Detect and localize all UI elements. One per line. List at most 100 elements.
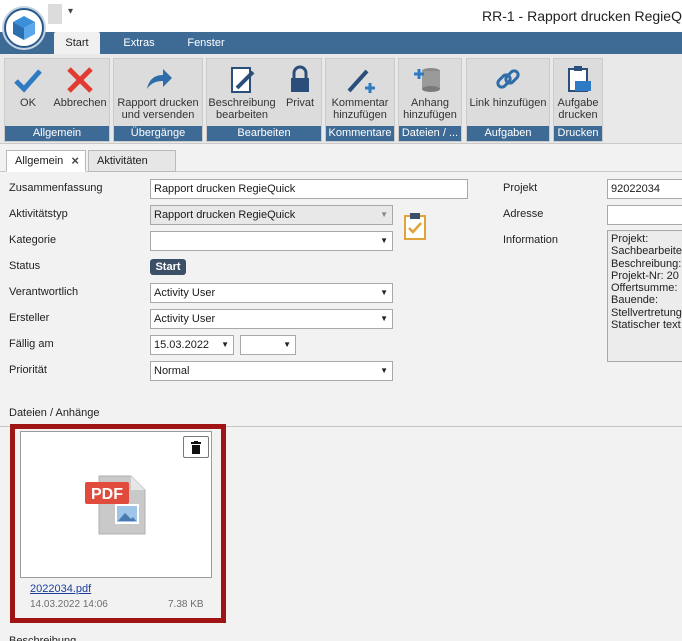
ersteller-label: Ersteller	[9, 312, 50, 324]
anhang-hinzufuegen-button[interactable]: Anhang hinzufügen	[399, 61, 461, 127]
clipboard-check-icon[interactable]	[403, 212, 427, 240]
ribbon-group-label: Übergänge	[114, 126, 202, 141]
information-line: Offertsumme:	[611, 282, 678, 295]
information-box: Projekt: Sachbearbeiter Beschreibung: Pr…	[607, 230, 682, 362]
kategorie-label: Kategorie	[9, 234, 57, 246]
privat-button[interactable]: Privat	[281, 61, 319, 127]
kommentar-hinzufuegen-button[interactable]: Kommentar hinzufügen	[326, 61, 394, 127]
delete-attachment-button[interactable]	[183, 436, 209, 458]
abbrechen-button[interactable]: Abbrechen	[51, 61, 109, 127]
ribbon-group-label: Dateien / ...	[399, 126, 461, 141]
tab-aktivitaeten[interactable]: Aktivitäten	[88, 150, 176, 172]
title-bar: ▾ RR-1 - Rapport drucken RegieQuick	[0, 0, 682, 32]
privat-label: Privat	[285, 97, 315, 109]
ersteller-select[interactable]: Activity User ▼	[150, 309, 393, 329]
information-label: Information	[503, 234, 559, 246]
rapport-drucken-label-2: und versenden	[121, 109, 195, 121]
prioritaet-select[interactable]: Normal ▼	[150, 361, 393, 381]
ribbon-group-allgemein: OK Abbrechen Allgemein	[4, 58, 110, 142]
zusammenfassung-value: Rapport drucken RegieQuick	[154, 183, 296, 195]
tab-extras[interactable]: Extras	[114, 32, 164, 54]
ribbon-group-label: Aufgaben	[467, 126, 549, 141]
tab-fenster-label: Fenster	[187, 37, 225, 49]
verantwortlich-select[interactable]: Activity User ▼	[150, 283, 393, 303]
verantwortlich-label: Verantwortlich	[9, 286, 79, 298]
attachment-date: 14.03.2022 14:06	[30, 599, 108, 610]
aufgabe-drucken-button[interactable]: Aufgabe drucken	[554, 61, 602, 127]
attachment-size: 7.38 KB	[168, 599, 204, 610]
link-icon	[496, 69, 520, 89]
zusammenfassung-field[interactable]: Rapport drucken RegieQuick	[150, 179, 468, 199]
attachment-file-link[interactable]: 2022034.pdf	[30, 583, 91, 595]
status-badge: Start	[150, 259, 186, 275]
quick-access-toolbar[interactable]	[48, 4, 62, 24]
kategorie-select[interactable]: ▼	[150, 231, 393, 251]
ribbon-group-drucken: Aufgabe drucken Drucken	[553, 58, 603, 142]
faellig-label: Fällig am	[9, 338, 54, 350]
tab-fenster[interactable]: Fenster	[180, 32, 232, 54]
form-content: Zusammenfassung Rapport drucken RegieQui…	[0, 172, 682, 641]
faellig-date-value: 15.03.2022	[154, 339, 210, 351]
ribbon-group-label: Bearbeiten	[207, 126, 321, 141]
attachments-section-title: Dateien / Anhänge	[9, 407, 100, 419]
edit-document-icon	[231, 67, 255, 93]
ok-button[interactable]: OK	[7, 61, 49, 127]
ribbon-group-bearbeiten: Beschreibung bearbeiten Privat Bearbeite…	[206, 58, 322, 142]
link-hinzufuegen-button[interactable]: Link hinzufügen	[467, 61, 549, 127]
chevron-down-icon: ▼	[380, 210, 388, 219]
database-plus-icon	[414, 68, 440, 92]
chevron-down-icon: ▼	[380, 288, 388, 297]
faellig-time-picker[interactable]: ▼	[240, 335, 296, 355]
chevron-down-icon: ▼	[380, 236, 388, 245]
information-line: Projekt-Nr: 20	[611, 269, 679, 282]
faellig-date-picker[interactable]: 15.03.2022 ▼	[150, 335, 234, 355]
information-line: Stellvertretung	[611, 306, 682, 319]
aktivitaetstyp-select[interactable]: Rapport drucken RegieQuick ▼	[150, 205, 393, 225]
ersteller-value: Activity User	[154, 313, 216, 325]
beschreibung-section-title: Beschreibung	[9, 635, 77, 641]
aktivitaetstyp-value: Rapport drucken RegieQuick	[154, 209, 296, 221]
ok-label: OK	[20, 97, 36, 109]
ribbon: OK Abbrechen Allgemein Rapport drucken u…	[0, 54, 682, 144]
tab-start-label: Start	[65, 37, 89, 49]
window-title: RR-1 - Rapport drucken RegieQuick	[482, 8, 682, 24]
beschreibung-label-2: bearbeiten	[216, 109, 268, 121]
close-icon[interactable]: ×	[71, 151, 79, 171]
ribbon-tabbar: Start Extras Fenster	[0, 32, 682, 54]
kommentar-label-2: hinzufügen	[333, 109, 387, 121]
beschreibung-label-1: Beschreibung	[208, 97, 276, 109]
quick-access-dropdown-icon[interactable]: ▾	[68, 6, 73, 17]
ribbon-group-label: Kommentare	[326, 126, 394, 141]
information-line: Projekt:	[611, 233, 649, 245]
anhang-label-1: Anhang	[411, 97, 449, 109]
information-line: Beschreibung:	[611, 257, 682, 270]
adresse-field[interactable]	[607, 205, 682, 225]
tab-allgemein[interactable]: Allgemein ×	[6, 150, 86, 172]
information-line: Bauende:	[611, 294, 659, 307]
adresse-label: Adresse	[503, 208, 544, 220]
app-logo-icon[interactable]	[4, 8, 44, 48]
link-label: Link hinzufügen	[469, 97, 547, 109]
pen-plus-icon	[347, 69, 375, 93]
projekt-label: Projekt	[503, 182, 538, 194]
rapport-drucken-button[interactable]: Rapport drucken und versenden	[114, 61, 202, 127]
verantwortlich-value: Activity User	[154, 287, 216, 299]
tab-start[interactable]: Start	[54, 32, 100, 54]
information-line: Sachbearbeiter	[611, 245, 682, 258]
cross-icon	[67, 67, 93, 93]
ribbon-group-label: Allgemein	[5, 126, 109, 141]
ribbon-group-dateien: Anhang hinzufügen Dateien / ...	[398, 58, 462, 142]
abbrechen-label: Abbrechen	[53, 97, 107, 109]
chevron-down-icon: ▼	[221, 340, 229, 349]
projekt-field[interactable]: 92022034	[607, 179, 682, 199]
beschreibung-bearbeiten-button[interactable]: Beschreibung bearbeiten	[207, 61, 277, 127]
information-line: Statischer text	[611, 319, 681, 332]
aufgabe-label-1: Aufgabe	[557, 97, 599, 109]
tab-extras-label: Extras	[123, 37, 155, 49]
chevron-down-icon: ▼	[380, 314, 388, 323]
pdf-badge-label: PDF	[91, 486, 123, 503]
prioritaet-value: Normal	[154, 365, 190, 377]
aufgabe-label-2: drucken	[558, 109, 598, 121]
ribbon-group-uebergaenge: Rapport drucken und versenden Übergänge	[113, 58, 203, 142]
pdf-file-icon: PDF	[85, 475, 146, 535]
